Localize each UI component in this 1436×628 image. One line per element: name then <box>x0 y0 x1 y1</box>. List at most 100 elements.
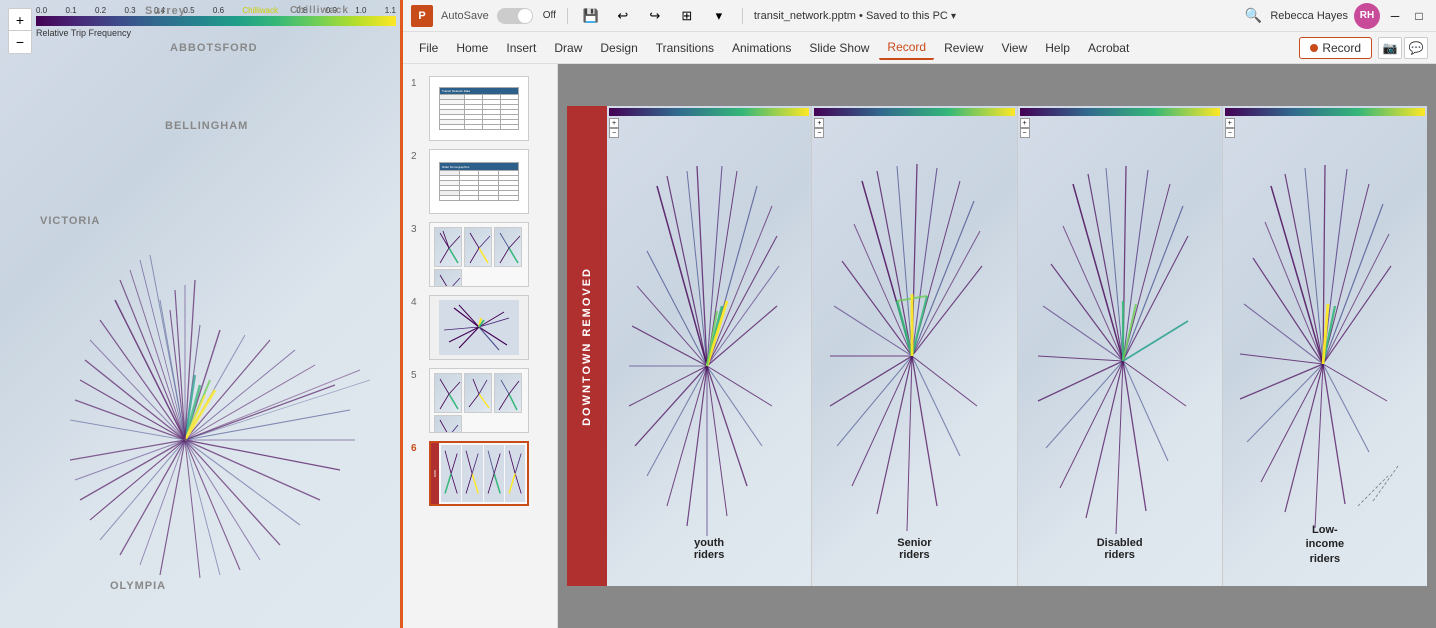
tab-review[interactable]: Review <box>936 37 991 59</box>
downtown-removed-text: DOWNTOWN REMOVED <box>581 267 593 426</box>
slide-num-3: 3 <box>411 224 423 235</box>
transit-network-viz <box>0 0 400 628</box>
slide-num-4: 4 <box>411 297 423 308</box>
user-avatar[interactable]: RH <box>1354 3 1380 29</box>
toolbar-separator-2 <box>742 8 743 24</box>
mini-zoom-in-3[interactable]: + <box>1020 118 1030 128</box>
slide-item-4[interactable]: 4 <box>403 291 557 364</box>
tab-file[interactable]: File <box>411 37 446 59</box>
slide-item-1[interactable]: 1 Transit Network Data <box>403 72 557 145</box>
mini-zoom-out-3[interactable]: − <box>1020 128 1030 138</box>
ribbon-icon-buttons: 📷 💬 <box>1378 37 1428 59</box>
thumb-mini-map-3 <box>494 227 522 267</box>
slide-thumb-2[interactable]: Rider Demographics <box>429 149 529 214</box>
slide-num-1: 1 <box>411 78 423 89</box>
thumb-mini-map-5-4 <box>434 415 462 433</box>
map-cell-disabled: + − <box>1018 106 1223 586</box>
save-button[interactable]: 💾 <box>579 5 603 27</box>
slide-thumb-1[interactable]: Transit Network Data <box>429 76 529 141</box>
tab-slideshow[interactable]: Slide Show <box>801 37 877 59</box>
slide-thumb-5[interactable] <box>429 368 529 433</box>
search-button[interactable]: 🔍 <box>1242 5 1264 27</box>
slide-thumb-3[interactable] <box>429 222 529 287</box>
maps-grid: + − <box>607 106 1427 586</box>
minimize-button[interactable]: ─ <box>1386 7 1404 25</box>
slide-panel: 1 Transit Network Data <box>403 64 558 628</box>
thumb-mini-map-1 <box>434 227 462 267</box>
ppt-icon: P <box>411 5 433 27</box>
mini-legend-2 <box>814 108 1014 116</box>
map-bg-senior <box>812 106 1016 586</box>
map-bg-lowincome <box>1223 106 1427 586</box>
mini-zoom-3[interactable]: + − <box>1020 118 1030 138</box>
tab-help[interactable]: Help <box>1037 37 1078 59</box>
content-area: 1 Transit Network Data <box>403 64 1436 628</box>
slide-item-6[interactable]: 6 DWN <box>403 437 557 510</box>
map-bg-disabled <box>1018 106 1222 586</box>
map-cell-senior: + − <box>812 106 1017 586</box>
mini-zoom-out-1[interactable]: − <box>609 128 619 138</box>
tab-home[interactable]: Home <box>448 37 496 59</box>
thumb-mini-map-5-3 <box>494 373 522 413</box>
slide-item-2[interactable]: 2 Rider Demographics <box>403 145 557 218</box>
maximize-button[interactable]: □ <box>1410 7 1428 25</box>
tab-transitions[interactable]: Transitions <box>648 37 722 59</box>
downtown-removed-label: DOWNTOWN REMOVED <box>567 106 607 586</box>
thumb-mini-map-5-2 <box>464 373 492 413</box>
tab-view[interactable]: View <box>993 37 1035 59</box>
main-slide: DOWNTOWN REMOVED + − <box>567 106 1427 586</box>
map-label-lowincome: Low-incomeriders <box>1306 523 1345 566</box>
comment-button[interactable]: 💬 <box>1404 37 1428 59</box>
camera-button[interactable]: 📷 <box>1378 37 1402 59</box>
file-name: transit_network.pptm • Saved to this PC … <box>754 10 956 22</box>
mini-legend-3 <box>1020 108 1220 116</box>
undo-button[interactable]: ↩ <box>611 5 635 27</box>
mini-zoom-in-2[interactable]: + <box>814 118 824 128</box>
slide-num-2: 2 <box>411 151 423 162</box>
tab-animations[interactable]: Animations <box>724 37 799 59</box>
map-cell-lowincome: + − <box>1223 106 1427 586</box>
slide-thumb-6[interactable]: DWN <box>429 441 529 506</box>
slide-thumb-4[interactable] <box>429 295 529 360</box>
map-label-senior: Seniorriders <box>897 537 931 561</box>
slide-item-3[interactable]: 3 <box>403 218 557 291</box>
thumb-mini-map-5-1 <box>434 373 462 413</box>
mini-zoom-4[interactable]: + − <box>1225 118 1235 138</box>
tab-acrobat[interactable]: Acrobat <box>1080 37 1137 59</box>
mini-zoom-1[interactable]: + − <box>609 118 619 138</box>
customize-button[interactable]: ▾ <box>707 5 731 27</box>
thumb-mini-map-4 <box>434 269 462 287</box>
map-label-disabled: Disabledriders <box>1097 537 1143 561</box>
tab-insert[interactable]: Insert <box>498 37 544 59</box>
tab-design[interactable]: Design <box>592 37 645 59</box>
user-name: Rebecca Hayes <box>1270 10 1348 22</box>
map-bg-youth <box>607 106 811 586</box>
format-button[interactable]: ⊞ <box>675 5 699 27</box>
mini-legend-4 <box>1225 108 1425 116</box>
slide-item-5[interactable]: 5 <box>403 364 557 437</box>
title-bar: P AutoSave Off 💾 ↩ ↪ ⊞ ▾ transit_network… <box>403 0 1436 32</box>
redo-button[interactable]: ↪ <box>643 5 667 27</box>
record-dot <box>1310 44 1318 52</box>
tab-record[interactable]: Record <box>879 36 934 60</box>
record-label: Record <box>1322 41 1361 55</box>
mini-zoom-in-1[interactable]: + <box>609 118 619 128</box>
map-cell-youth: + − <box>607 106 812 586</box>
slide-canvas[interactable]: DOWNTOWN REMOVED + − <box>558 64 1436 628</box>
autosave-label: AutoSave <box>441 10 489 22</box>
slide-num-6: 6 <box>411 443 423 454</box>
mini-zoom-out-4[interactable]: − <box>1225 128 1235 138</box>
background-map: 0.0 0.1 0.2 0.3 0.4 0.5 0.6 Chilliwack 0… <box>0 0 400 628</box>
mini-zoom-2[interactable]: + − <box>814 118 824 138</box>
tab-draw[interactable]: Draw <box>546 37 590 59</box>
ribbon: File Home Insert Draw Design Transitions… <box>403 32 1436 64</box>
toolbar-separator <box>567 8 568 24</box>
mini-legend-1 <box>609 108 809 116</box>
mini-zoom-in-4[interactable]: + <box>1225 118 1235 128</box>
slide-num-5: 5 <box>411 370 423 381</box>
record-button[interactable]: Record <box>1299 37 1372 59</box>
powerpoint-window: P AutoSave Off 💾 ↩ ↪ ⊞ ▾ transit_network… <box>400 0 1436 628</box>
mini-zoom-out-2[interactable]: − <box>814 128 824 138</box>
autosave-toggle[interactable] <box>497 8 533 24</box>
title-bar-left: P AutoSave Off 💾 ↩ ↪ ⊞ ▾ transit_network… <box>411 5 956 27</box>
